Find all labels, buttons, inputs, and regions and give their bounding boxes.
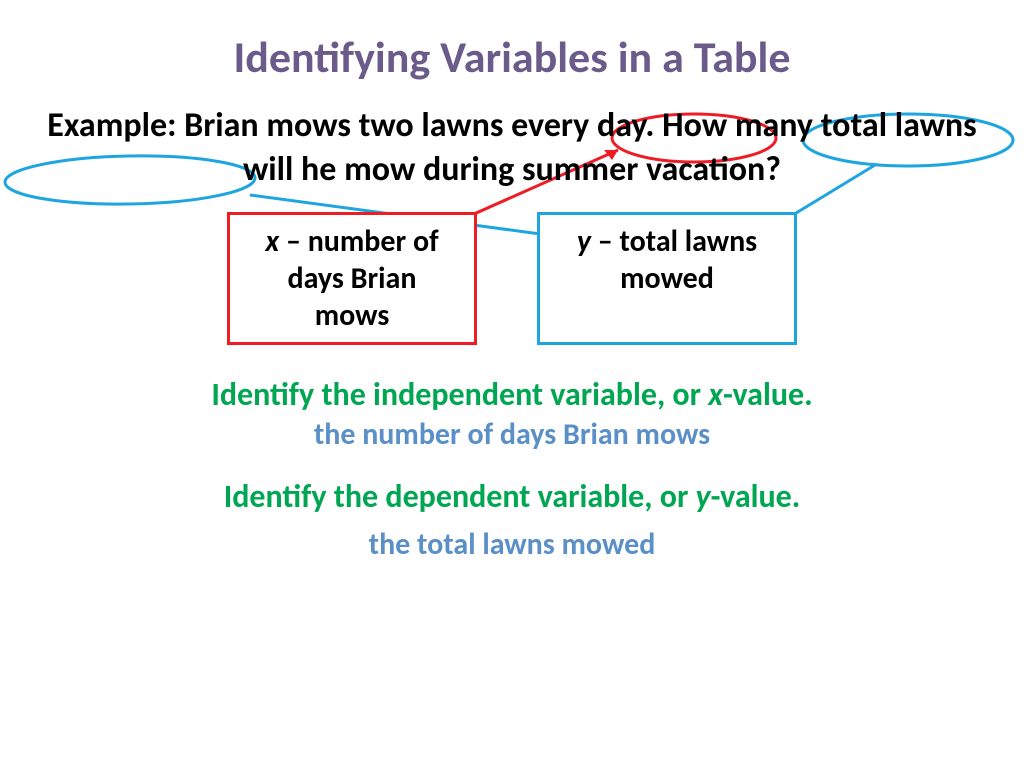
y-variable-box: y – total lawns mowed [537,212,797,345]
dependent-instruction: Identify the dependent variable, or y-va… [0,477,1024,516]
instr1-pre: Identify the independent variable, or [211,375,708,414]
independent-instruction: Identify the independent variable, or x-… [0,375,1024,414]
instr2-pre: Identify the dependent variable, or [224,477,696,516]
y-desc: – total lawns mowed [591,223,757,297]
example-prompt: Example: Brian mows two lawns every day.… [0,84,1024,192]
y-var: y [577,223,591,260]
instr1-post: -value. [723,375,813,414]
instr2-var: y [696,477,711,516]
variable-boxes: x – number of days Brian mows y – total … [0,212,1024,345]
slide-title: Identifying Variables in a Table [0,0,1024,84]
x-desc: – number of days Brian mows [279,223,438,334]
instr2-post: -value. [711,477,801,516]
dependent-answer: the total lawns mowed [0,526,1024,563]
independent-answer: the number of days Brian mows [0,416,1024,453]
instr1-var: x [708,375,723,414]
x-variable-box: x – number of days Brian mows [227,212,477,345]
x-var: x [265,223,279,260]
